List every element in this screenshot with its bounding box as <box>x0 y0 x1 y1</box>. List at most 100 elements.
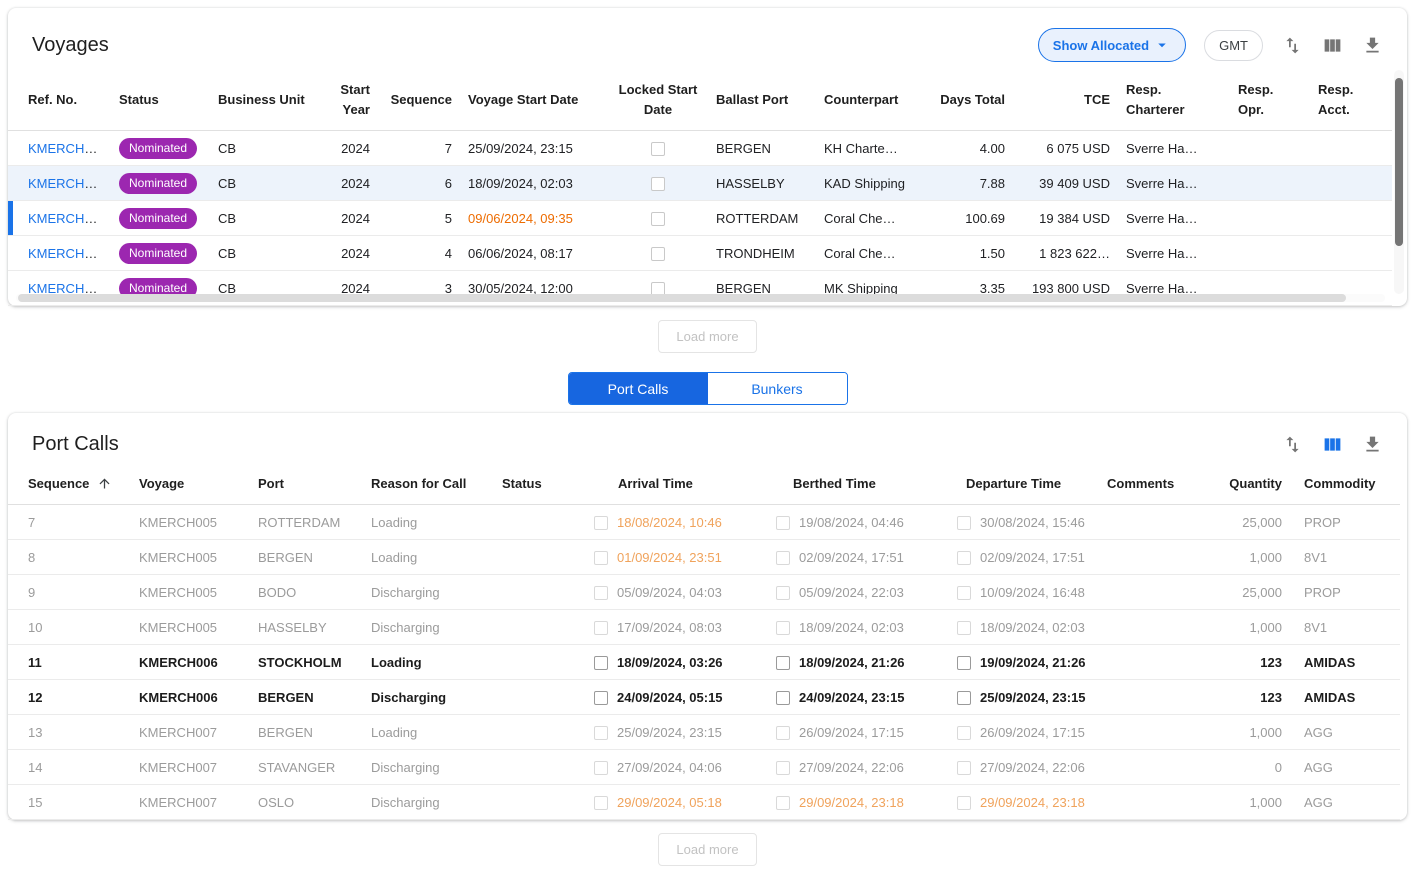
berthed-time-checkbox[interactable] <box>776 621 790 635</box>
departure-time-checkbox[interactable] <box>957 621 971 635</box>
col-header-port[interactable]: Port <box>250 470 363 505</box>
voyage-ref-link[interactable]: KMERCH004 <box>28 246 106 261</box>
col-header-sequence[interactable]: Sequence <box>378 76 460 131</box>
locked-start-date-checkbox[interactable] <box>651 177 665 191</box>
port-call-row[interactable]: 10 KMERCH005 HASSELBY Discharging 17/09/… <box>8 610 1400 645</box>
horizontal-scrollbar-thumb[interactable] <box>18 294 1346 302</box>
col-header-berthed-time[interactable]: Berthed Time <box>768 470 949 505</box>
sort-icon[interactable] <box>1281 34 1303 56</box>
col-header-comments[interactable]: Comments <box>1099 470 1202 505</box>
show-allocated-dropdown[interactable]: Show Allocated <box>1038 28 1186 62</box>
col-header-voyage[interactable]: Voyage <box>131 470 250 505</box>
arrival-time-checkbox[interactable] <box>594 516 608 530</box>
col-header-counterpart[interactable]: Counterpart <box>816 76 928 131</box>
vertical-scrollbar[interactable] <box>1394 70 1404 294</box>
cell-arrival-time: 18/08/2024, 10:46 <box>586 505 768 540</box>
voyages-load-more-button[interactable]: Load more <box>658 320 756 353</box>
col-header-ref-no[interactable]: Ref. No. <box>8 76 111 131</box>
berthed-time-checkbox[interactable] <box>776 656 790 670</box>
voyage-ref-link[interactable]: KMERCH006 <box>28 176 106 191</box>
arrival-time-checkbox[interactable] <box>594 621 608 635</box>
port-call-row[interactable]: 7 KMERCH005 ROTTERDAM Loading 18/08/2024… <box>8 505 1400 540</box>
departure-time-checkbox[interactable] <box>957 796 971 810</box>
voyage-ref-link[interactable]: KMERCH007 <box>28 141 106 156</box>
cell-commodity: AGG <box>1290 715 1400 750</box>
status-badge: Nominated <box>119 173 197 194</box>
download-icon[interactable] <box>1361 34 1383 56</box>
arrival-time-checkbox[interactable] <box>594 586 608 600</box>
port-call-row[interactable]: 9 KMERCH005 BODO Discharging 05/09/2024,… <box>8 575 1400 610</box>
arrival-time-value: 27/09/2024, 04:06 <box>617 760 722 775</box>
arrival-time-checkbox[interactable] <box>594 761 608 775</box>
vertical-scrollbar-thumb[interactable] <box>1395 78 1403 246</box>
col-header-resp-opr[interactable]: Resp. Opr. <box>1230 76 1310 131</box>
voyage-row[interactable]: KMERCH004 Nominated CB 2024 4 06/06/2024… <box>8 236 1392 271</box>
col-header-voyage-start-date[interactable]: Voyage Start Date <box>460 76 608 131</box>
cell-berthed-time: 24/09/2024, 23:15 <box>768 680 949 715</box>
locked-start-date-checkbox[interactable] <box>651 247 665 261</box>
port-calls-load-more-button[interactable]: Load more <box>658 833 756 866</box>
berthed-time-checkbox[interactable] <box>776 726 790 740</box>
col-header-tce[interactable]: TCE <box>1013 76 1118 131</box>
berthed-time-checkbox[interactable] <box>776 761 790 775</box>
col-header-status[interactable]: Status <box>111 76 210 131</box>
col-header-start-year[interactable]: Start Year <box>328 76 378 131</box>
departure-time-checkbox[interactable] <box>957 656 971 670</box>
columns-icon[interactable] <box>1321 34 1343 56</box>
port-call-row[interactable]: 15 KMERCH007 OSLO Discharging 29/09/2024… <box>8 785 1400 820</box>
voyage-row[interactable]: KMERCH006 Nominated CB 2024 6 18/09/2024… <box>8 166 1392 201</box>
col-header-departure-time[interactable]: Departure Time <box>949 470 1099 505</box>
berthed-time-checkbox[interactable] <box>776 691 790 705</box>
departure-time-checkbox[interactable] <box>957 691 971 705</box>
col-header-quantity[interactable]: Quantity <box>1202 470 1290 505</box>
departure-time-checkbox[interactable] <box>957 516 971 530</box>
download-icon[interactable] <box>1361 434 1383 456</box>
locked-start-date-checkbox[interactable] <box>651 142 665 156</box>
cell-resp-charterer: Sverre Ha… <box>1118 131 1230 166</box>
departure-time-checkbox[interactable] <box>957 551 971 565</box>
berthed-time-checkbox[interactable] <box>776 551 790 565</box>
port-call-row[interactable]: 11 KMERCH006 STOCKHOLM Loading 18/09/202… <box>8 645 1400 680</box>
cell-ref-no: KMERCH006 <box>8 166 111 201</box>
cell-start-year: 2024 <box>328 201 378 236</box>
col-header-sequence[interactable]: Sequence <box>8 470 131 505</box>
berthed-time-checkbox[interactable] <box>776 586 790 600</box>
arrival-time-checkbox[interactable] <box>594 796 608 810</box>
voyage-row[interactable]: KMERCH007 Nominated CB 2024 7 25/09/2024… <box>8 131 1392 166</box>
departure-time-checkbox[interactable] <box>957 586 971 600</box>
port-call-row[interactable]: 12 KMERCH006 BERGEN Discharging 24/09/20… <box>8 680 1400 715</box>
col-header-status[interactable]: Status <box>494 470 586 505</box>
port-call-row[interactable]: 8 KMERCH005 BERGEN Loading 01/09/2024, 2… <box>8 540 1400 575</box>
arrival-time-checkbox[interactable] <box>594 726 608 740</box>
tab-port-calls[interactable]: Port Calls <box>569 373 708 404</box>
col-header-resp-acct[interactable]: Resp. Acct. <box>1310 76 1392 131</box>
col-header-days-total[interactable]: Days Total <box>928 76 1013 131</box>
columns-icon[interactable] <box>1321 434 1343 456</box>
port-call-row[interactable]: 14 KMERCH007 STAVANGER Discharging 27/09… <box>8 750 1400 785</box>
berthed-time-checkbox[interactable] <box>776 796 790 810</box>
col-header-locked-start-date[interactable]: Locked Start Date <box>608 76 708 131</box>
timezone-button[interactable]: GMT <box>1204 30 1263 61</box>
arrival-time-checkbox[interactable] <box>594 656 608 670</box>
arrival-time-value: 25/09/2024, 23:15 <box>617 725 722 740</box>
col-header-resp-charterer[interactable]: Resp. Charterer <box>1118 76 1230 131</box>
departure-time-checkbox[interactable] <box>957 726 971 740</box>
col-header-business-unit[interactable]: Business Unit <box>210 76 328 131</box>
arrival-time-checkbox[interactable] <box>594 551 608 565</box>
locked-start-date-checkbox[interactable] <box>651 212 665 226</box>
port-call-row[interactable]: 13 KMERCH007 BERGEN Loading 25/09/2024, … <box>8 715 1400 750</box>
horizontal-scrollbar[interactable] <box>16 294 1385 302</box>
voyage-row[interactable]: KMERCH005 Nominated CB 2024 5 09/06/2024… <box>8 201 1392 236</box>
tab-bunkers[interactable]: Bunkers <box>708 373 847 404</box>
col-header-arrival-time[interactable]: Arrival Time <box>586 470 768 505</box>
voyage-ref-link[interactable]: KMERCH005 <box>28 211 106 226</box>
cell-voyage: KMERCH007 <box>131 750 250 785</box>
col-header-reason-for-call[interactable]: Reason for Call <box>363 470 494 505</box>
col-header-commodity[interactable]: Commodity <box>1290 470 1400 505</box>
arrival-time-checkbox[interactable] <box>594 691 608 705</box>
arrival-time-value: 17/09/2024, 08:03 <box>617 620 722 635</box>
sort-icon[interactable] <box>1281 434 1303 456</box>
berthed-time-checkbox[interactable] <box>776 516 790 530</box>
col-header-ballast-port[interactable]: Ballast Port <box>708 76 816 131</box>
departure-time-checkbox[interactable] <box>957 761 971 775</box>
